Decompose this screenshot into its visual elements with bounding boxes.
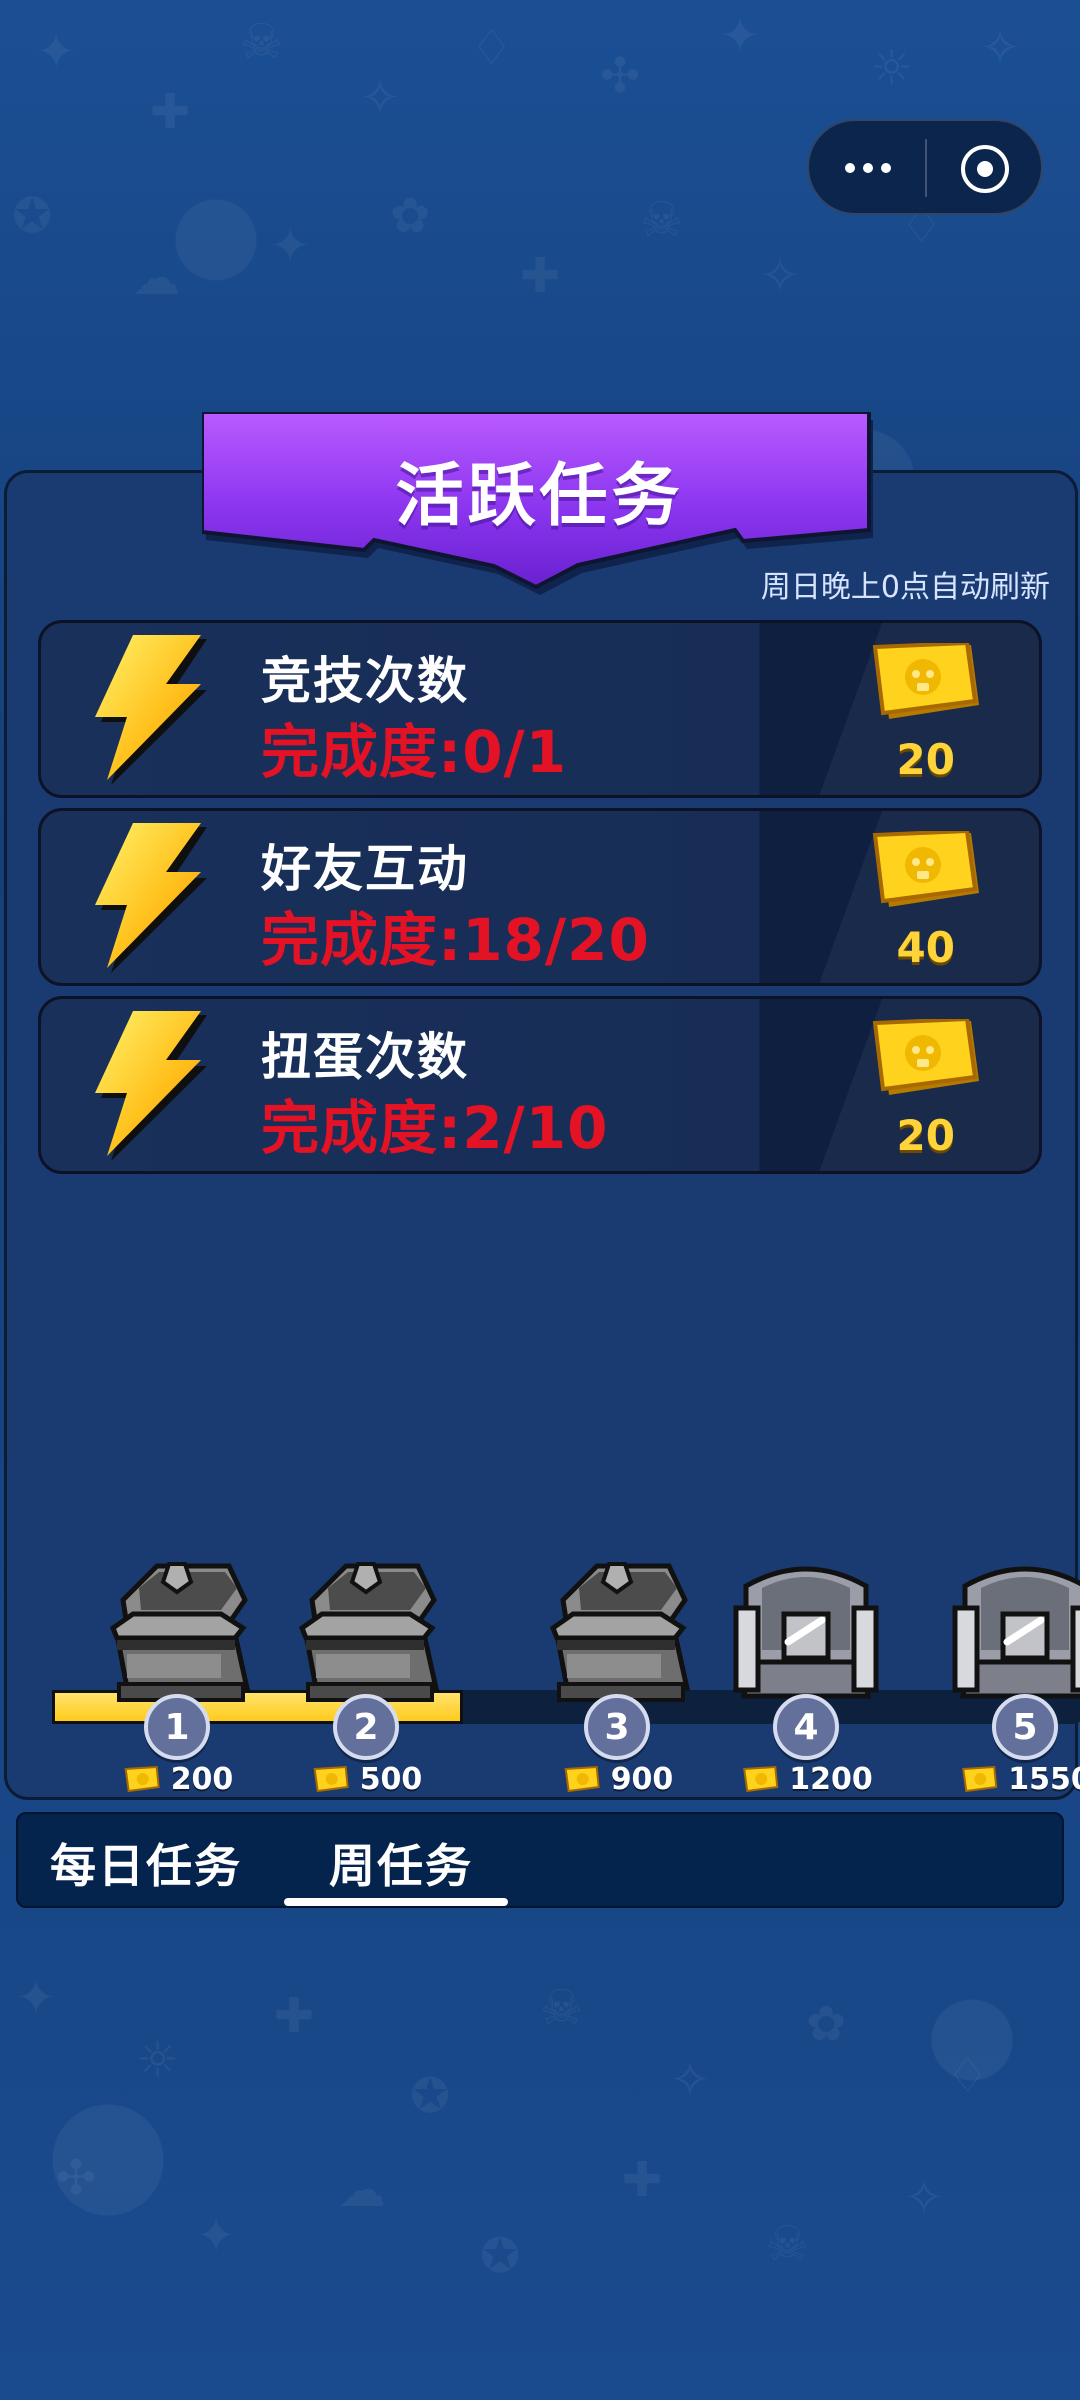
milestone-reward: 1200	[739, 1762, 873, 1797]
capsule-divider	[925, 139, 927, 197]
skull-ticket-icon	[872, 831, 979, 907]
task-row-gacha: 扭蛋次数 完成度:2/10 20	[38, 996, 1042, 1174]
title-banner: 活跃任务	[202, 412, 877, 596]
task-progress: 完成度:0/1	[261, 718, 568, 786]
task-name: 好友互动	[261, 840, 469, 898]
milestone-reward-value: 900	[610, 1762, 674, 1797]
bottom-tab-bar: 每日任务 周任务	[16, 1812, 1064, 1908]
open-chest-icon	[298, 1562, 440, 1702]
milestone-index: 1	[144, 1694, 210, 1760]
skull-ticket-icon	[124, 1765, 160, 1792]
tab-daily-tasks[interactable]: 每日任务	[50, 1830, 242, 1893]
lightning-icon	[95, 635, 207, 785]
active-tab-indicator	[284, 1898, 508, 1906]
milestone-1[interactable]: 1 200	[92, 1540, 262, 1797]
open-chest-icon	[549, 1562, 691, 1702]
task-reward: 40	[896, 923, 955, 972]
milestone-reward: 500	[310, 1762, 423, 1797]
page-title: 活跃任务	[395, 457, 684, 536]
lightning-icon	[95, 823, 207, 973]
milestone-reward: 900	[561, 1762, 674, 1797]
milestone-3[interactable]: 3 900	[532, 1540, 702, 1797]
task-name: 扭蛋次数	[261, 1028, 469, 1086]
task-progress: 完成度:18/20	[261, 906, 650, 974]
lightning-icon	[95, 1011, 207, 1161]
milestone-reward: 1550	[958, 1762, 1080, 1797]
milestone-index: 4	[773, 1694, 839, 1760]
record-icon[interactable]	[961, 145, 1009, 193]
task-reward: 20	[896, 735, 955, 784]
skull-ticket-icon	[872, 643, 979, 719]
task-list: 竞技次数 完成度:0/1 20 好友互动 完成度:18/20 40 扭蛋次数 完…	[38, 620, 1042, 1184]
milestone-index: 5	[992, 1694, 1058, 1760]
locked-chest-icon	[952, 1566, 1080, 1699]
milestone-reward-value: 1550	[1008, 1762, 1080, 1797]
milestone-progress: 1 200 2 500 3 900 4 1200 5 155	[0, 1540, 1080, 1797]
skull-ticket-icon	[564, 1765, 600, 1792]
locked-chest-icon	[733, 1566, 879, 1699]
skull-ticket-icon	[313, 1765, 349, 1792]
milestone-reward-value: 1200	[789, 1762, 873, 1797]
milestone-reward: 200	[121, 1762, 234, 1797]
mini-program-capsule	[807, 119, 1043, 215]
milestone-2[interactable]: 2 500	[281, 1540, 451, 1797]
milestone-reward-value: 500	[359, 1762, 423, 1797]
more-icon[interactable]	[837, 144, 899, 192]
milestone-reward-value: 200	[170, 1762, 234, 1797]
open-chest-icon	[109, 1562, 251, 1702]
milestone-index: 3	[584, 1694, 650, 1760]
task-row-friend-interaction: 好友互动 完成度:18/20 40	[38, 808, 1042, 986]
skull-ticket-icon	[872, 1019, 979, 1095]
skull-ticket-icon	[743, 1765, 779, 1792]
milestone-5[interactable]: 5 1550	[940, 1540, 1080, 1797]
task-reward: 20	[896, 1111, 955, 1160]
task-name: 竞技次数	[261, 652, 469, 710]
tab-weekly-tasks[interactable]: 周任务	[329, 1830, 473, 1893]
milestone-4[interactable]: 4 1200	[721, 1540, 891, 1797]
task-progress: 完成度:2/10	[261, 1094, 609, 1162]
task-row-competition: 竞技次数 完成度:0/1 20	[38, 620, 1042, 798]
milestone-index: 2	[333, 1694, 399, 1760]
skull-ticket-icon	[962, 1765, 998, 1792]
